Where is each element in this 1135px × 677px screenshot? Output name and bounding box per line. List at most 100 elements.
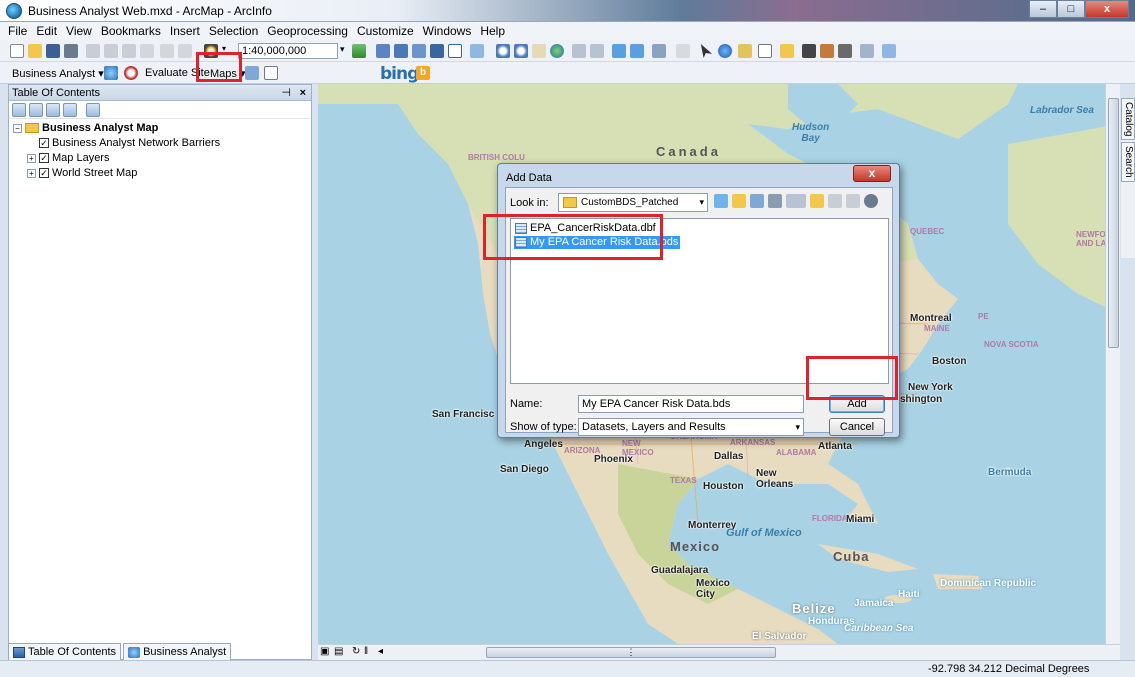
vertical-scroll-thumb[interactable] [1108, 98, 1119, 348]
list-by-source-icon[interactable] [29, 103, 43, 117]
open-folder-icon[interactable] [28, 44, 42, 58]
map-horizontal-scrollbar[interactable]: ▣ ▤ ↻ ‖ ◂ ⋮ [318, 644, 1120, 660]
tree-row-root[interactable]: − Business Analyst Map [13, 121, 307, 136]
undo-icon[interactable] [160, 44, 174, 58]
menu-windows[interactable]: Windows [423, 24, 472, 38]
delete-icon[interactable] [846, 194, 860, 208]
clear-selection-icon[interactable] [676, 44, 690, 58]
scroll-left-icon[interactable]: ◂ [378, 646, 383, 657]
layout-view-icon[interactable]: ▤ [334, 646, 343, 657]
menu-file[interactable]: File [8, 24, 27, 38]
list-by-drawing-order-icon[interactable] [12, 103, 26, 117]
find-icon[interactable] [802, 44, 816, 58]
maximize-button[interactable]: □ [1057, 0, 1085, 18]
save-icon[interactable] [46, 44, 60, 58]
options-icon[interactable] [864, 194, 878, 208]
toggle-contents-panel-icon[interactable] [768, 194, 782, 208]
name-input[interactable]: My EPA Cancer Risk Data.bds [578, 395, 804, 413]
pin-icon[interactable]: ⊣ [281, 85, 291, 101]
connect-to-folder-icon[interactable] [750, 194, 764, 208]
delete-icon[interactable] [140, 44, 154, 58]
expand-icon[interactable]: + [27, 168, 36, 178]
show-of-type-dropdown[interactable]: Datasets, Layers and Results ▾ [578, 418, 804, 436]
model-builder-icon[interactable] [470, 44, 484, 58]
search-window-icon[interactable] [412, 44, 426, 58]
tab-business-analyst[interactable]: Business Analyst [123, 643, 232, 661]
redo-icon[interactable] [178, 44, 192, 58]
menu-view[interactable]: View [66, 24, 92, 38]
wizard-icon[interactable] [245, 66, 259, 80]
evaluate-site-icon[interactable] [124, 66, 138, 80]
menu-geoprocessing[interactable]: Geoprocessing [267, 24, 348, 38]
copy-icon[interactable] [828, 194, 842, 208]
forward-extent-icon[interactable] [630, 44, 644, 58]
report-icon[interactable] [264, 66, 278, 80]
map-vertical-scrollbar[interactable] [1105, 84, 1120, 644]
layer-checkbox[interactable]: ✓ [39, 153, 49, 164]
map-scale-input[interactable]: 1:40,000,000 [238, 43, 338, 59]
list-by-visibility-icon[interactable] [46, 103, 60, 117]
menu-customize[interactable]: Customize [357, 24, 414, 38]
cut-icon[interactable] [86, 44, 100, 58]
tree-row-layer[interactable]: + ✓ Map Layers [13, 151, 307, 166]
html-popup-icon[interactable] [738, 44, 752, 58]
pan-icon[interactable] [532, 44, 546, 58]
layer-checkbox[interactable]: ✓ [39, 168, 49, 179]
toc-close-icon[interactable]: × [300, 85, 306, 101]
fixed-zoom-in-icon[interactable] [572, 44, 586, 58]
new-folder-icon[interactable] [810, 194, 824, 208]
back-extent-icon[interactable] [612, 44, 626, 58]
copy-icon[interactable] [104, 44, 118, 58]
go-to-default-home-icon[interactable] [732, 194, 746, 208]
select-elements-icon[interactable] [700, 44, 712, 58]
go-to-xy-icon[interactable] [838, 44, 852, 58]
editor-toolbar-icon[interactable] [352, 44, 366, 58]
python-window-icon[interactable] [448, 44, 462, 58]
data-view-icon[interactable]: ▣ [320, 646, 329, 657]
tree-row-layer[interactable]: ✓ Business Analyst Network Barriers [13, 136, 307, 151]
paste-icon[interactable] [122, 44, 136, 58]
full-extent-icon[interactable] [550, 44, 564, 58]
expand-icon[interactable]: + [27, 153, 36, 163]
business-analyst-window-icon[interactable] [104, 66, 118, 80]
view-menu-icon[interactable] [786, 194, 806, 208]
scale-dropdown-icon[interactable]: ▾ [340, 44, 345, 55]
cancel-button[interactable]: Cancel [829, 418, 885, 436]
menu-help[interactable]: Help [480, 24, 505, 38]
pause-drawing-icon[interactable]: ‖ [364, 646, 368, 657]
arctoolbox-icon[interactable] [430, 44, 444, 58]
find-route-icon[interactable] [820, 44, 834, 58]
table-window-icon[interactable] [376, 44, 390, 58]
measure-icon[interactable] [860, 44, 874, 58]
tab-catalog[interactable]: Catalog [1121, 98, 1135, 141]
horizontal-scroll-thumb[interactable]: ⋮ [486, 647, 776, 658]
close-button[interactable]: x [1085, 0, 1129, 18]
new-document-icon[interactable] [10, 44, 24, 58]
look-in-dropdown[interactable]: CustomBDS_Patched ▾ [558, 193, 708, 212]
zoom-in-icon[interactable] [496, 44, 510, 58]
toc-options-icon[interactable] [86, 103, 100, 117]
dialog-close-button[interactable]: x [853, 165, 891, 182]
bing-maps-icon[interactable]: b [416, 66, 430, 80]
tab-table-of-contents[interactable]: Table Of Contents [8, 643, 122, 661]
tree-row-layer[interactable]: + ✓ World Street Map [13, 166, 307, 181]
print-icon[interactable] [64, 44, 78, 58]
menu-bookmarks[interactable]: Bookmarks [101, 24, 161, 38]
catalog-window-icon[interactable] [394, 44, 408, 58]
time-slider-icon[interactable] [780, 44, 794, 58]
layer-checkbox[interactable]: ✓ [39, 138, 49, 149]
minimize-button[interactable]: – [1029, 0, 1057, 18]
menu-selection[interactable]: Selection [209, 24, 258, 38]
zoom-out-icon[interactable] [514, 44, 528, 58]
fixed-zoom-out-icon[interactable] [590, 44, 604, 58]
create-viewer-window-icon[interactable] [882, 44, 896, 58]
hyperlink-icon[interactable] [758, 44, 772, 58]
up-one-level-icon[interactable] [714, 194, 728, 208]
menu-insert[interactable]: Insert [170, 24, 200, 38]
menu-edit[interactable]: Edit [36, 24, 57, 38]
select-features-icon[interactable] [652, 44, 666, 58]
collapse-icon[interactable]: − [13, 123, 22, 133]
tab-search[interactable]: Search [1121, 142, 1135, 183]
list-by-selection-icon[interactable] [63, 103, 77, 117]
business-analyst-menu[interactable]: Business Analyst ▾ [12, 67, 104, 80]
